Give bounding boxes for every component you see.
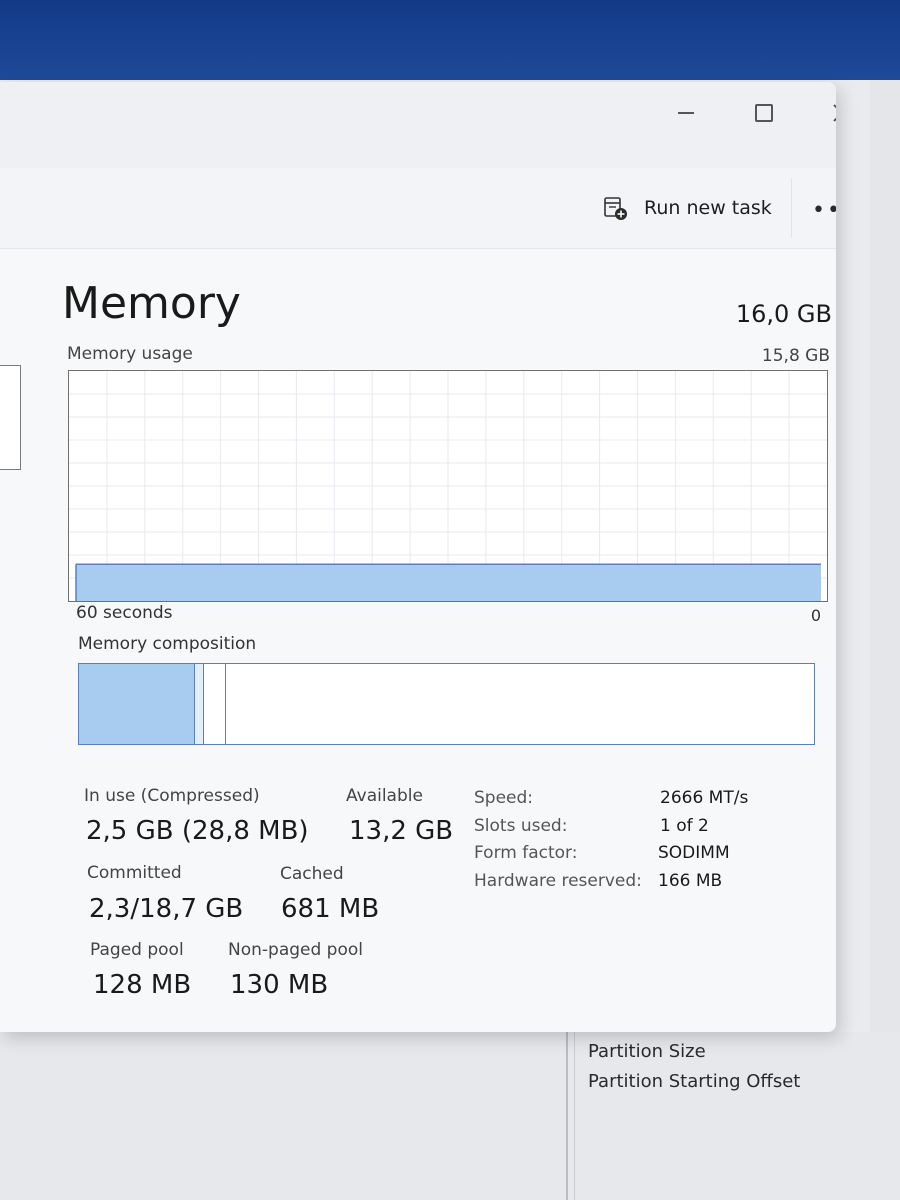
spec-value-slots: 1 of 2 — [660, 816, 709, 836]
maximize-button[interactable] — [742, 96, 786, 130]
paged-pool-value: 128 MB — [93, 970, 192, 1000]
column-divider — [566, 1032, 568, 1200]
spec-value-form-factor: SODIMM — [658, 843, 730, 863]
usage-area — [76, 564, 821, 601]
cached-value: 681 MB — [281, 894, 380, 924]
spec-value-hardware-reserved: 166 MB — [658, 871, 723, 891]
memory-composition-bar[interactable] — [78, 663, 815, 745]
task-manager-window: Run new task ••• Memory 16,0 GB Memory u… — [0, 82, 836, 1032]
total-memory: 16,0 GB — [735, 300, 832, 328]
memory-composition-label: Memory composition — [78, 634, 257, 654]
spec-label-slots: Slots used: — [474, 816, 568, 836]
run-task-icon — [604, 197, 627, 220]
more-options-button[interactable]: ••• — [812, 198, 836, 223]
non-paged-pool-label: Non-paged pool — [228, 940, 363, 960]
graph-axis-start-label: 60 seconds — [76, 603, 173, 623]
property-row-partition-offset: Partition Starting Offset — [588, 1071, 801, 1092]
composition-standby-segment[interactable] — [203, 664, 226, 744]
maximize-icon — [755, 104, 773, 122]
toolbar-separator — [791, 178, 792, 238]
spec-value-speed: 2666 MT/s — [660, 788, 749, 808]
composition-modified-segment[interactable] — [195, 664, 204, 744]
spec-label-speed: Speed: — [474, 788, 534, 808]
committed-label: Committed — [87, 863, 182, 883]
paged-pool-label: Paged pool — [90, 940, 184, 960]
memory-usage-label: Memory usage — [67, 344, 193, 364]
available-value: 13,2 GB — [349, 816, 454, 846]
memory-usage-chart — [69, 371, 827, 601]
spec-label-form-factor: Form factor: — [474, 843, 578, 863]
committed-value: 2,3/18,7 GB — [89, 894, 244, 924]
close-icon — [833, 104, 836, 122]
available-label: Available — [346, 786, 423, 806]
title-bar[interactable] — [0, 82, 836, 168]
sidebar-fragment[interactable] — [0, 365, 21, 470]
memory-usage-graph — [68, 370, 828, 602]
graph-axis-end-label: 0 — [810, 606, 821, 625]
minimize-icon — [678, 112, 694, 114]
column-divider — [574, 1032, 575, 1200]
memory-usage-max: 15,8 GB — [761, 346, 830, 366]
minimize-button[interactable] — [664, 96, 708, 130]
cached-label: Cached — [280, 864, 344, 884]
spec-label-hardware-reserved: Hardware reserved: — [474, 871, 642, 891]
page-title: Memory — [62, 278, 241, 329]
property-row-partition-size: Partition Size — [588, 1041, 706, 1062]
non-paged-pool-value: 130 MB — [230, 970, 329, 1000]
in-use-label: In use (Compressed) — [84, 786, 260, 806]
run-new-task-button[interactable]: Run new task — [604, 197, 772, 220]
run-new-task-label: Run new task — [644, 197, 772, 219]
composition-in-use-segment[interactable] — [79, 664, 196, 744]
background-window-edge — [870, 80, 900, 1040]
desktop-background — [0, 0, 900, 80]
background-properties-window — [0, 1032, 900, 1200]
in-use-value: 2,5 GB (28,8 MB) — [86, 816, 309, 846]
close-button[interactable] — [820, 96, 836, 130]
